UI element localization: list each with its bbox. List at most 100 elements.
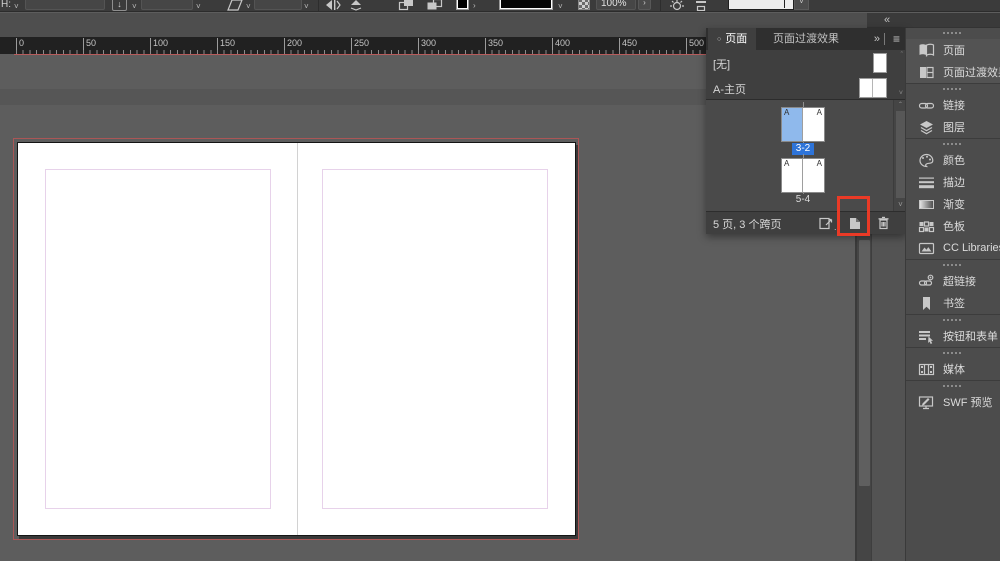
page-2-thumbnail[interactable]: A bbox=[803, 107, 825, 142]
dock-item-links[interactable]: 链接 bbox=[906, 94, 1000, 116]
dock-item-gradient[interactable]: 渐变 bbox=[906, 193, 1000, 215]
stroke-swatch[interactable] bbox=[499, 0, 553, 10]
arrange-back-icon[interactable] bbox=[426, 0, 443, 12]
dock-item-pages[interactable]: 页面 bbox=[906, 39, 1000, 61]
preset-combo-arrow[interactable]: ˅ bbox=[794, 0, 809, 10]
ruler-tick: 250 bbox=[351, 38, 369, 54]
cc-libraries-icon bbox=[918, 241, 935, 256]
scroll-down-icon[interactable]: ˅ bbox=[899, 90, 903, 97]
master-none-thumbnail[interactable] bbox=[873, 53, 887, 73]
transparency-grid-icon[interactable] bbox=[578, 0, 590, 10]
page-4-thumbnail[interactable]: A bbox=[803, 158, 825, 193]
ruler-tick: 100 bbox=[150, 38, 168, 54]
links-icon bbox=[918, 98, 935, 113]
spread-thumbnail-3-2[interactable]: A A bbox=[781, 107, 825, 142]
tab-pages[interactable]: ○页面 bbox=[708, 28, 756, 50]
spread-label-row: 5-4 bbox=[769, 194, 837, 206]
ruler-tick: 0 bbox=[16, 38, 24, 54]
delete-page-button[interactable] bbox=[874, 215, 892, 231]
dock-item-swatches[interactable]: 色板 bbox=[906, 215, 1000, 237]
chevron-down-icon[interactable]: ˅ bbox=[14, 3, 19, 11]
pages-panel-statusbar: 5 页, 3 个跨页 . bbox=[706, 211, 906, 234]
spread-thumbnail-5-4[interactable]: A A bbox=[781, 158, 825, 193]
panel-dock: 页面 页面过渡效果 链接 图层 颜色 bbox=[905, 28, 1000, 561]
dock-item-page-transitions[interactable]: 页面过渡效果 bbox=[906, 61, 1000, 83]
ruler-tick: 450 bbox=[619, 38, 637, 54]
master-a-thumbnail[interactable] bbox=[859, 78, 887, 98]
shear-icon[interactable] bbox=[227, 0, 243, 12]
window-edge-strip bbox=[872, 234, 905, 561]
rotation-field[interactable] bbox=[254, 0, 302, 10]
chevron-down-icon[interactable]: ˅ bbox=[132, 3, 137, 11]
dock-item-media[interactable]: 媒体 bbox=[906, 358, 1000, 380]
spread-label-5-4[interactable]: 5-4 bbox=[792, 194, 814, 206]
dock-header: « bbox=[867, 13, 1000, 28]
document-spread[interactable] bbox=[17, 142, 576, 536]
color-icon bbox=[918, 153, 935, 168]
chevron-down-icon[interactable]: ˅ bbox=[196, 3, 201, 11]
master-none-label[interactable]: [无] bbox=[713, 56, 730, 72]
edit-page-size-button[interactable] bbox=[816, 215, 834, 231]
h-value-field[interactable] bbox=[25, 0, 105, 10]
flip-horizontal-icon[interactable] bbox=[325, 0, 341, 12]
page-transitions-icon bbox=[918, 65, 935, 80]
pages-icon bbox=[918, 43, 935, 58]
opacity-field[interactable]: 100% bbox=[596, 0, 636, 10]
ruler-tick: 400 bbox=[552, 38, 570, 54]
dock-group-handle[interactable] bbox=[906, 259, 1000, 270]
drop-shadow-icon[interactable] bbox=[693, 0, 709, 12]
preset-combo[interactable] bbox=[728, 0, 794, 10]
tab-page-transitions[interactable]: 页面过渡效果 bbox=[764, 28, 848, 50]
dock-item-swf-preview[interactable]: SWF 预览 bbox=[906, 391, 1000, 413]
scroll-up-icon[interactable]: ˆ bbox=[901, 52, 903, 59]
dock-group-hyperlinks: 超链接 书签 bbox=[906, 270, 1000, 314]
dock-item-layers[interactable]: 图层 bbox=[906, 116, 1000, 138]
annotation-highlight-box bbox=[837, 196, 870, 236]
chevron-right-icon[interactable]: › bbox=[473, 2, 476, 10]
dock-group-buttons-forms: 按钮和表单 bbox=[906, 325, 1000, 347]
hyperlinks-icon bbox=[918, 274, 935, 289]
chevron-down-icon[interactable]: ˅ bbox=[246, 3, 251, 11]
master-pages-section: [无] A-主页 ˆ ˅ bbox=[706, 50, 906, 100]
dock-item-bookmarks[interactable]: 书签 bbox=[906, 292, 1000, 314]
scrollbar-thumb[interactable] bbox=[859, 240, 870, 486]
style-field[interactable] bbox=[141, 0, 193, 10]
panel-overflow-icon[interactable]: » bbox=[874, 28, 880, 50]
opacity-spinner[interactable]: › bbox=[638, 0, 651, 10]
dock-group-handle[interactable] bbox=[906, 380, 1000, 391]
dock-group-handle[interactable] bbox=[906, 28, 1000, 39]
scrollbar-thumb[interactable] bbox=[896, 111, 905, 198]
dock-group-handle[interactable] bbox=[906, 83, 1000, 94]
chevron-down-icon[interactable]: ˅ bbox=[558, 3, 563, 11]
dock-group-handle[interactable] bbox=[906, 347, 1000, 358]
effects-icon[interactable] bbox=[669, 0, 685, 12]
page-5-thumbnail[interactable]: A bbox=[781, 158, 803, 193]
arrange-front-icon[interactable] bbox=[398, 0, 415, 12]
collapse-panels-icon[interactable]: « bbox=[884, 14, 890, 26]
dock-item-buttons-forms[interactable]: 按钮和表单 bbox=[906, 325, 1000, 347]
paragraph-style-icon[interactable]: ↓ bbox=[112, 0, 127, 11]
dock-item-cc-libraries[interactable]: CC Libraries bbox=[906, 237, 1000, 259]
pages-section: A A 3-2 A A 5-4 ˆ ˅ bbox=[706, 100, 906, 211]
dock-item-hyperlinks[interactable]: 超链接 bbox=[906, 270, 1000, 292]
master-a-label[interactable]: A-主页 bbox=[713, 81, 746, 97]
master-a-left-page bbox=[860, 79, 873, 97]
panel-menu-icon[interactable]: ≡ bbox=[893, 28, 900, 50]
dock-group-handle[interactable] bbox=[906, 138, 1000, 149]
options-bar: H: ˅ ↓ ˅ ˅ ˅ ˅ › ˅ 100% › bbox=[0, 0, 1000, 12]
dock-item-stroke[interactable]: 描边 bbox=[906, 171, 1000, 193]
ruler-tick: 200 bbox=[284, 38, 302, 54]
bookmarks-icon bbox=[918, 296, 935, 311]
buttons-forms-icon bbox=[918, 329, 935, 344]
ruler-tick: 350 bbox=[485, 38, 503, 54]
page-3-thumbnail[interactable]: A bbox=[781, 107, 803, 142]
fill-swatch[interactable] bbox=[456, 0, 469, 10]
chevron-down-icon[interactable]: ˅ bbox=[304, 3, 309, 11]
flip-vertical-icon[interactable] bbox=[348, 0, 364, 12]
tab-divider bbox=[884, 33, 885, 45]
tab-dot-icon: ○ bbox=[717, 36, 721, 43]
dock-item-color[interactable]: 颜色 bbox=[906, 149, 1000, 171]
dock-group-handle[interactable] bbox=[906, 314, 1000, 325]
h-field-label: H: bbox=[1, 0, 11, 10]
vertical-scrollbar[interactable] bbox=[855, 234, 872, 561]
